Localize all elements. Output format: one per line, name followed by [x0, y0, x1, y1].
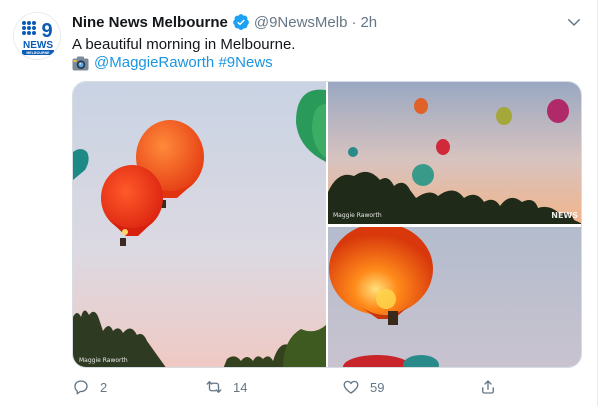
svg-text:MELBOURNE: MELBOURNE [26, 51, 50, 55]
photo-credit-watermark-2: Maggie Raworth [333, 212, 382, 219]
photo-credit-line: @MaggieRaworth #9News [72, 53, 273, 73]
display-name[interactable]: Nine News Melbourne [72, 14, 228, 31]
tweet[interactable]: 9 NEWS MELBOURNE Nine News Melbourne @9N… [0, 0, 608, 406]
like-button[interactable]: 59 [342, 377, 384, 397]
tweet-header: Nine News Melbourne @9NewsMelb · 2h [72, 12, 377, 32]
share-button[interactable] [479, 377, 497, 397]
nine-news-logo: 9 NEWS MELBOURNE [22, 20, 54, 55]
hashtag-link[interactable]: #9News [218, 53, 272, 73]
svg-text:NEWS: NEWS [23, 40, 53, 51]
avatar[interactable]: 9 NEWS MELBOURNE [13, 12, 61, 60]
photo-2[interactable]: Maggie Raworth NEWS [328, 82, 581, 224]
news-logo-watermark: NEWS [551, 211, 578, 220]
reply-button[interactable]: 2 [72, 377, 107, 397]
timeline-border [597, 0, 598, 406]
retweet-button[interactable]: 14 [205, 377, 247, 397]
like-count: 59 [370, 379, 385, 395]
handle[interactable]: @9NewsMelb [254, 14, 348, 31]
tweet-text: A beautiful morning in Melbourne. [72, 36, 296, 53]
tweet-actions: 2 14 59 [72, 377, 502, 397]
heart-icon [343, 380, 359, 394]
share-icon [482, 380, 494, 394]
separator: · [351, 13, 357, 31]
photo-1[interactable]: Maggie Raworth [73, 82, 326, 367]
verified-badge-icon [232, 14, 249, 30]
reply-count: 2 [100, 379, 108, 395]
camera-icon [72, 56, 89, 70]
photo-3[interactable] [328, 227, 581, 367]
mention-link[interactable]: @MaggieRaworth [94, 53, 214, 73]
media-grid: Maggie Raworth Maggie Raworth NEWS [72, 81, 582, 368]
retweet-count: 14 [233, 379, 248, 395]
timestamp[interactable]: 2h [360, 14, 377, 31]
retweet-icon [206, 381, 222, 393]
svg-text:9: 9 [41, 20, 52, 42]
reply-icon [74, 380, 88, 395]
chevron-down-icon[interactable] [565, 13, 583, 31]
photo-credit-watermark: Maggie Raworth [79, 357, 128, 364]
